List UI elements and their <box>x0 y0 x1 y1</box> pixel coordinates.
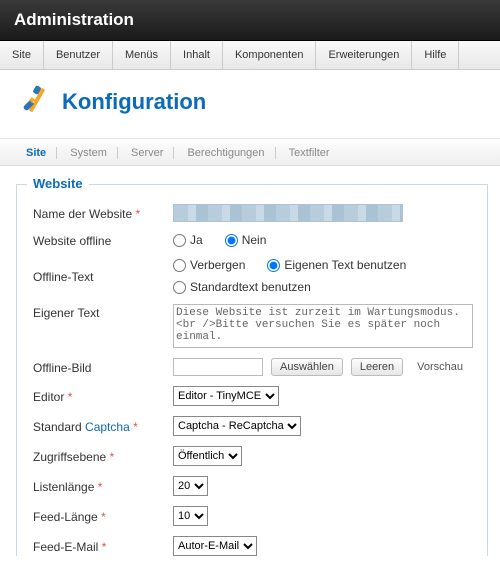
feed-email-select[interactable]: Autor-E-Mail <box>173 536 257 556</box>
radio-default[interactable]: Standardtext benutzen <box>173 280 311 294</box>
required-marker: * <box>133 420 138 434</box>
row-offline-image: Offline-Bild Auswählen Leeren Vorschau <box>33 358 483 376</box>
label-list-length: Listenlänge <box>33 480 94 494</box>
row-feed-email: Feed-E-Mail * Autor-E-Mail <box>33 536 483 556</box>
site-name-input[interactable] <box>173 204 403 222</box>
config-subtabs: Site System Server Berechtigungen Textfi… <box>0 138 500 166</box>
row-offline-text-mode: Offline-Text Verbergen Eigenen Text benu… <box>33 258 483 294</box>
required-marker: * <box>110 450 115 464</box>
label-feed-length: Feed-Länge <box>33 510 98 524</box>
radio-custom[interactable]: Eigenen Text benutzen <box>267 258 406 272</box>
editor-select[interactable]: Editor - TinyMCE <box>173 386 279 406</box>
required-marker: * <box>136 207 141 221</box>
required-marker: * <box>101 510 106 524</box>
row-site-offline: Website offline Ja Nein <box>33 232 483 248</box>
row-site-name: Name der Website * <box>33 204 483 222</box>
radio-hide[interactable]: Verbergen <box>173 258 245 272</box>
label-editor: Editor <box>33 390 64 404</box>
config-icon <box>16 84 52 120</box>
label-access: Zugriffsebene <box>33 450 106 464</box>
row-captcha: Standard Captcha * Captcha - ReCaptcha <box>33 416 483 436</box>
label-feed-email: Feed-E-Mail <box>33 540 98 554</box>
label-custom-text: Eigener Text <box>33 306 100 320</box>
row-list-length: Listenlänge * 20 <box>33 476 483 496</box>
admin-header: Administration <box>0 0 500 41</box>
main-menu: Site Benutzer Menüs Inhalt Komponenten E… <box>0 41 500 70</box>
menu-benutzer[interactable]: Benutzer <box>44 41 113 69</box>
subtab-textfilter[interactable]: Textfilter <box>279 147 340 159</box>
access-select[interactable]: Öffentlich <box>173 446 242 466</box>
select-image-button[interactable]: Auswählen <box>271 358 343 376</box>
offline-image-input[interactable] <box>173 358 263 376</box>
admin-title: Administration <box>14 10 134 29</box>
row-access: Zugriffsebene * Öffentlich <box>33 446 483 466</box>
menu-site[interactable]: Site <box>0 41 44 69</box>
custom-text-input[interactable] <box>173 304 473 348</box>
menu-erweiterungen[interactable]: Erweiterungen <box>316 41 412 69</box>
feed-length-select[interactable]: 10 <box>173 506 208 526</box>
row-custom-text: Eigener Text <box>33 304 483 348</box>
captcha-link[interactable]: Captcha <box>85 420 130 434</box>
list-length-select[interactable]: 20 <box>173 476 208 496</box>
captcha-select[interactable]: Captcha - ReCaptcha <box>173 416 301 436</box>
menu-hilfe[interactable]: Hilfe <box>412 41 459 69</box>
label-offline-text: Offline-Text <box>33 270 93 284</box>
page-header: Konfiguration <box>0 70 500 138</box>
image-preview-label: Vorschau <box>417 361 463 373</box>
label-site-name: Name der Website <box>33 207 132 221</box>
label-offline-image: Offline-Bild <box>33 361 91 375</box>
label-captcha-prefix: Standard <box>33 420 85 434</box>
subtab-site[interactable]: Site <box>16 147 57 159</box>
clear-image-button[interactable]: Leeren <box>351 358 403 376</box>
page-title: Konfiguration <box>62 89 206 115</box>
menu-menus[interactable]: Menüs <box>113 41 171 69</box>
subtab-server[interactable]: Server <box>121 147 174 159</box>
row-feed-length: Feed-Länge * 10 <box>33 506 483 526</box>
radio-offline-no[interactable]: Nein <box>225 233 267 247</box>
fieldset-legend: Website <box>27 176 89 191</box>
row-editor: Editor * Editor - TinyMCE <box>33 386 483 406</box>
required-marker: * <box>68 390 73 404</box>
website-fieldset: Website Name der Website * Website offli… <box>16 184 488 556</box>
radio-offline-yes[interactable]: Ja <box>173 233 203 247</box>
subtab-berechtigungen[interactable]: Berechtigungen <box>177 147 275 159</box>
required-marker: * <box>102 540 107 554</box>
menu-inhalt[interactable]: Inhalt <box>171 41 223 69</box>
subtab-system[interactable]: System <box>60 147 118 159</box>
required-marker: * <box>98 480 103 494</box>
menu-komponenten[interactable]: Komponenten <box>223 41 317 69</box>
label-site-offline: Website offline <box>33 234 111 248</box>
